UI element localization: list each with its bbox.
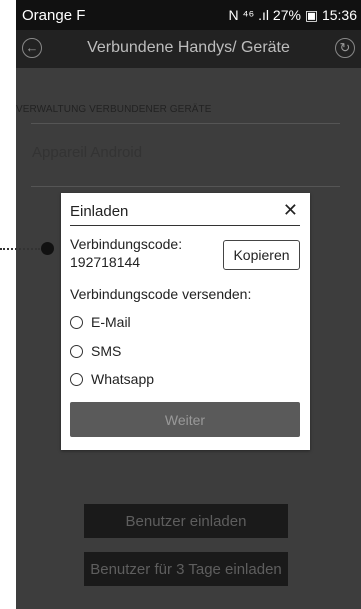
section-header: VERWALTUNG VERBUNDENER GERÄTE [16, 104, 212, 115]
app-bar: ← Verbundene Handys/ Geräte ↻ [16, 30, 361, 68]
option-label: E-Mail [91, 314, 131, 330]
send-label: Verbindungscode versenden: [70, 286, 252, 302]
callout-dot [41, 242, 54, 255]
close-icon[interactable]: ✕ [283, 200, 298, 221]
device-name: Appareil Android [32, 144, 143, 161]
continue-button[interactable]: Weiter [70, 402, 300, 437]
status-bar: Orange F N ⁴⁶ .ıl 27% ▣ 15:36 [16, 0, 361, 30]
option-whatsapp[interactable]: Whatsapp [70, 371, 154, 387]
invite-user-button[interactable]: Benutzer einladen [84, 504, 288, 538]
copy-button[interactable]: Kopieren [223, 240, 300, 270]
invite-user-3days-button[interactable]: Benutzer für 3 Tage einladen [84, 552, 288, 586]
divider [31, 186, 340, 187]
divider [70, 225, 300, 226]
callout-line [0, 248, 40, 250]
code-value: 192718144 [70, 254, 141, 270]
option-label: Whatsapp [91, 371, 155, 387]
option-sms[interactable]: SMS [70, 343, 121, 359]
status-indicators: N ⁴⁶ .ıl 27% ▣ 15:36 [228, 7, 357, 23]
radio-icon[interactable] [70, 372, 83, 386]
divider [31, 123, 340, 124]
refresh-icon[interactable]: ↻ [335, 38, 355, 58]
page-title: Verbundene Handys/ Geräte [87, 39, 290, 56]
option-label: SMS [91, 343, 122, 359]
radio-icon[interactable] [70, 315, 83, 329]
invite-dialog: Einladen ✕ Verbindungscode: 192718144 Ko… [61, 193, 310, 450]
carrier-name: Orange F [22, 7, 86, 24]
option-email[interactable]: E-Mail [70, 314, 131, 330]
radio-icon[interactable] [70, 344, 83, 358]
code-label: Verbindungscode: [70, 236, 183, 252]
dialog-title: Einladen [70, 203, 129, 220]
